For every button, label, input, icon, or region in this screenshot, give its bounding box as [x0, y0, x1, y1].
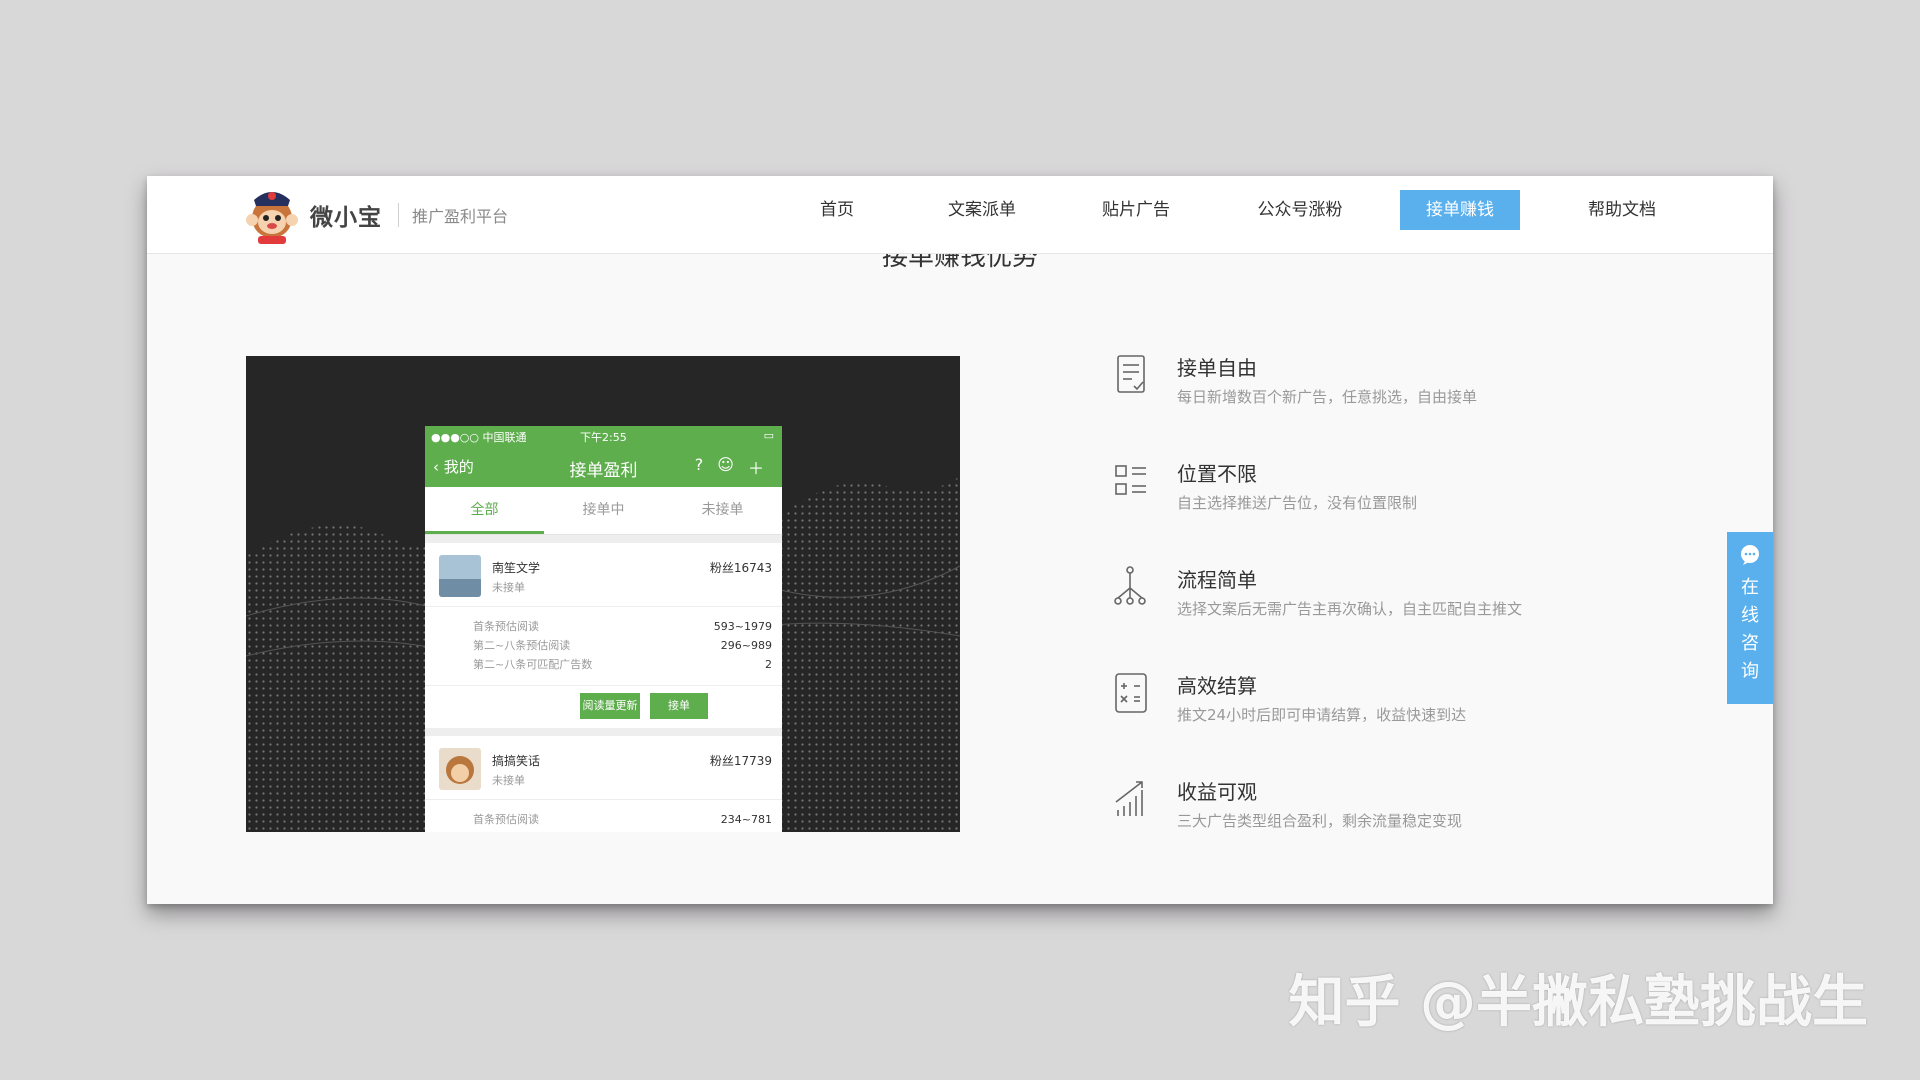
nav-patch-ads[interactable]: 贴片广告: [1091, 190, 1181, 230]
consult-label: 在线咨询: [1741, 577, 1759, 682]
feature-desc: 每日新增数百个新广告，任意挑选，自由接单: [1177, 388, 1478, 406]
nav-home[interactable]: 首页: [801, 190, 873, 230]
calculator-icon: [1115, 673, 1147, 713]
site-header: 微小宝 推广盈利平台 首页 文案派单 贴片广告 公众号涨粉 接单赚钱 帮助文档: [147, 176, 1773, 254]
nav-earn-orders[interactable]: 接单赚钱: [1400, 190, 1520, 230]
feature-desc: 选择文案后无需广告主再次确认，自主匹配自主推文: [1177, 600, 1523, 618]
feature-title: 接单自由: [1177, 356, 1257, 380]
feature-desc: 三大广告类型组合盈利，剩余流量稳定变现: [1177, 812, 1463, 830]
feature-item: 高效结算 推文24小时后即可申请结算，收益快速到达: [1110, 670, 1580, 740]
feature-item: 流程简单 选择文案后无需广告主再次确认，自主匹配自主推文: [1110, 564, 1580, 634]
chat-bubble-icon: [1741, 545, 1759, 565]
feature-desc: 自主选择推送广告位，没有位置限制: [1177, 494, 1418, 512]
main-nav: 首页 文案派单 贴片广告 公众号涨粉 接单赚钱 帮助文档: [147, 176, 1773, 254]
feature-item: 收益可观 三大广告类型组合盈利，剩余流量稳定变现: [1110, 776, 1580, 846]
feature-title: 位置不限: [1177, 462, 1257, 486]
feature-item: 位置不限 自主选择推送广告位，没有位置限制: [1110, 458, 1580, 528]
nav-help-docs[interactable]: 帮助文档: [1577, 190, 1667, 230]
growth-chart-icon: [1115, 781, 1143, 816]
document-check-icon: [1117, 355, 1145, 393]
feature-title: 收益可观: [1177, 780, 1257, 804]
feature-desc: 推文24小时后即可申请结算，收益快速到达: [1177, 706, 1467, 724]
online-consult-button[interactable]: 在线咨询: [1727, 532, 1773, 704]
feature-list: 接单自由 每日新增数百个新广告，任意挑选，自由接单 位置不限 自主选择推送广告位…: [147, 176, 1773, 904]
list-icon: [1115, 465, 1146, 495]
zhihu-watermark: 知乎 @半撇私塾挑战生: [1288, 970, 1869, 1035]
flow-icon: [1114, 566, 1146, 605]
feature-title: 高效结算: [1177, 674, 1257, 698]
browser-window: 微小宝 推广盈利平台 首页 文案派单 贴片广告 公众号涨粉 接单赚钱 帮助文档 …: [147, 176, 1773, 904]
feature-item: 接单自由 每日新增数百个新广告，任意挑选，自由接单: [1110, 352, 1580, 422]
feature-title: 流程简单: [1177, 568, 1257, 592]
nav-follower-growth[interactable]: 公众号涨粉: [1245, 190, 1355, 230]
nav-copy-dispatch[interactable]: 文案派单: [937, 190, 1027, 230]
